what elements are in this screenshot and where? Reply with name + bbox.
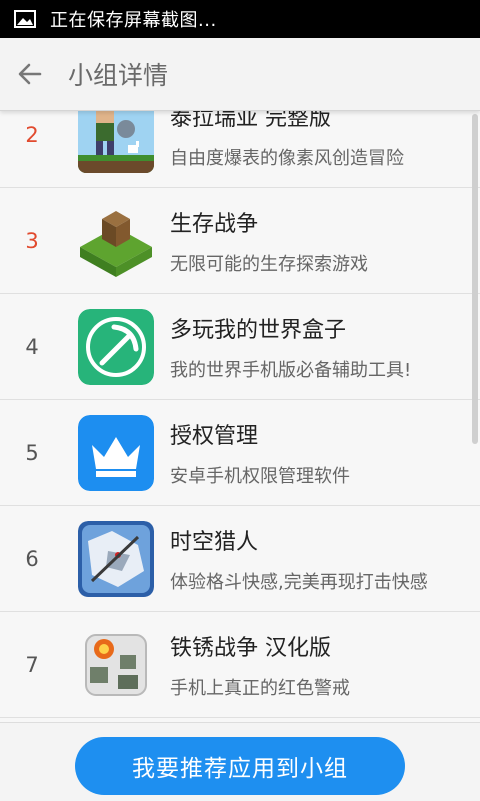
app-name: 时空猎人 — [170, 529, 259, 555]
pickaxe-icon — [78, 308, 154, 385]
app-description: 手机上真正的红色警戒 — [170, 677, 350, 699]
app-description: 安卓手机权限管理软件 — [170, 465, 350, 487]
app-description: 体验格斗快感,完美再现打击快感 — [170, 571, 428, 593]
recommend-app-button[interactable]: 我要推荐应用到小组 — [75, 737, 405, 795]
list-item[interactable]: 5 授权管理 安卓手机权限管理软件 — [0, 400, 480, 506]
image-icon — [14, 10, 36, 28]
rank-number: 3 — [25, 228, 39, 253]
list-item[interactable]: 2 泰拉瑞亚 完整版 自由度爆表的像素风创造冒险 — [0, 110, 480, 188]
rusted-warfare-icon — [78, 626, 154, 703]
list-item[interactable]: 7 铁锈战争 汉化版 手机上真正的红色警戒 — [0, 612, 480, 718]
app-name: 授权管理 — [170, 423, 259, 449]
page-title: 小组详情 — [68, 61, 169, 90]
back-button[interactable] — [0, 38, 60, 110]
terraria-character-icon — [78, 110, 154, 173]
footer-bar: 我要推荐应用到小组 — [0, 722, 480, 801]
app-list[interactable]: 2 泰拉瑞亚 完整版 自由度爆表的像素风创造冒险 3 生存战争 无限可能的生存探… — [0, 110, 480, 722]
rank-number: 5 — [25, 440, 39, 465]
app-name: 泰拉瑞亚 完整版 — [170, 110, 331, 131]
rank-number: 6 — [25, 546, 39, 571]
rank-number: 7 — [25, 652, 39, 677]
wolf-warrior-icon — [78, 520, 154, 597]
app-description: 无限可能的生存探索游戏 — [170, 253, 368, 275]
app-name: 多玩我的世界盒子 — [170, 317, 347, 343]
grass-block-icon — [78, 202, 154, 279]
app-name: 铁锈战争 汉化版 — [170, 635, 331, 661]
rank-number: 4 — [25, 334, 39, 359]
crown-icon — [78, 414, 154, 491]
status-bar: 正在保存屏幕截图... — [0, 0, 480, 38]
app-name: 生存战争 — [170, 211, 259, 237]
app-description: 我的世界手机版必备辅助工具! — [170, 359, 412, 381]
status-text: 正在保存屏幕截图... — [50, 10, 217, 31]
app-description: 自由度爆表的像素风创造冒险 — [170, 147, 404, 169]
rank-number: 2 — [25, 122, 39, 147]
list-item[interactable]: 4 多玩我的世界盒子 我的世界手机版必备辅助工具! — [0, 294, 480, 400]
back-arrow-icon — [18, 63, 42, 85]
scrollbar[interactable] — [472, 114, 478, 444]
list-item[interactable]: 3 生存战争 无限可能的生存探索游戏 — [0, 188, 480, 294]
app-bar: 小组详情 — [0, 38, 480, 111]
list-item[interactable]: 6 时空猎人 体验格斗快感,完美再现打击快感 — [0, 506, 480, 612]
